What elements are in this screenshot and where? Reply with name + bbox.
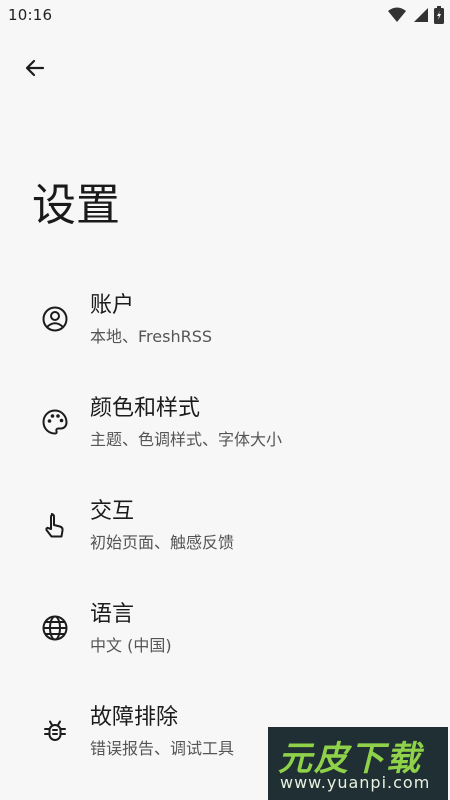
bug-icon — [40, 716, 70, 746]
settings-item-subtitle: 中文 (中国) — [90, 636, 172, 655]
settings-item-subtitle: 本地、FreshRSS — [90, 327, 213, 346]
touch-icon — [40, 510, 70, 540]
settings-item-interaction[interactable]: 交互 初始页面、触感反馈 — [0, 488, 450, 591]
settings-item-language[interactable]: 语言 中文 (中国) — [0, 591, 450, 694]
wifi-icon — [388, 7, 406, 27]
watermark-url: www.yuanpi.com — [280, 773, 431, 792]
page-title: 设置 — [32, 180, 120, 231]
globe-icon — [40, 613, 70, 643]
arrow-left-icon — [23, 56, 47, 84]
account-circle-icon — [40, 304, 70, 334]
back-button[interactable] — [15, 50, 55, 90]
settings-item-title: 语言 — [90, 602, 135, 627]
settings-item-title: 交互 — [90, 499, 135, 524]
settings-item-color-style[interactable]: 颜色和样式 主题、色调样式、字体大小 — [0, 385, 450, 488]
watermark-logo: 元皮下载 www.yuanpi.com — [268, 727, 448, 800]
settings-item-subtitle: 初始页面、触感反馈 — [90, 533, 235, 552]
status-bar: 10:16 — [0, 0, 450, 30]
signal-icon — [412, 7, 428, 27]
settings-item-subtitle: 主题、色调样式、字体大小 — [90, 430, 283, 449]
palette-icon — [40, 407, 70, 437]
status-icons — [388, 6, 444, 28]
battery-icon — [434, 6, 444, 28]
settings-list: 账户 本地、FreshRSS 颜色和样式 主题、色调样式、字体大小 交互 初始页… — [0, 282, 450, 797]
settings-item-title: 颜色和样式 — [90, 396, 201, 421]
status-time: 10:16 — [8, 6, 53, 24]
settings-item-title: 故障排除 — [90, 705, 179, 730]
settings-item-account[interactable]: 账户 本地、FreshRSS — [0, 282, 450, 385]
settings-item-subtitle: 错误报告、调试工具 — [90, 739, 235, 758]
settings-item-title: 账户 — [90, 293, 135, 318]
